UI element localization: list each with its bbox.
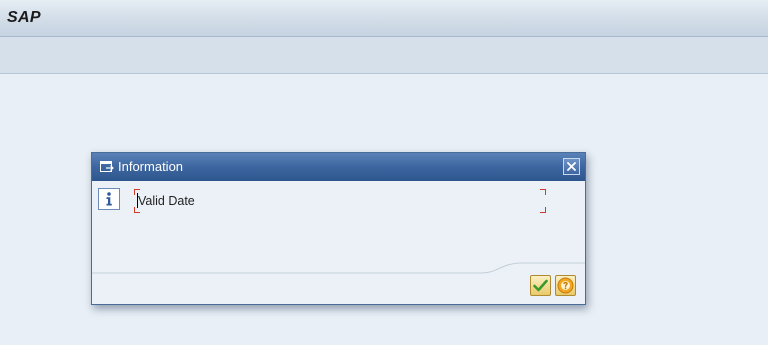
app-title: SAP	[7, 9, 41, 26]
close-button[interactable]	[563, 158, 580, 175]
ok-button[interactable]	[530, 275, 551, 296]
sap-title-bar: SAP	[0, 0, 768, 37]
dialog-header[interactable]: Information	[92, 153, 585, 181]
help-button[interactable]	[555, 275, 576, 296]
message-field[interactable]: Valid Date	[134, 189, 546, 213]
checkmark-icon	[533, 279, 548, 292]
message-text: Valid Date	[138, 194, 195, 208]
information-dialog: Information Valid Date	[91, 152, 586, 305]
window-icon	[100, 160, 114, 172]
toolbar	[0, 37, 768, 74]
help-icon	[557, 277, 574, 294]
close-icon	[567, 162, 576, 171]
footer-divider	[92, 262, 585, 274]
dialog-title: Information	[118, 159, 184, 174]
info-icon	[98, 188, 120, 210]
